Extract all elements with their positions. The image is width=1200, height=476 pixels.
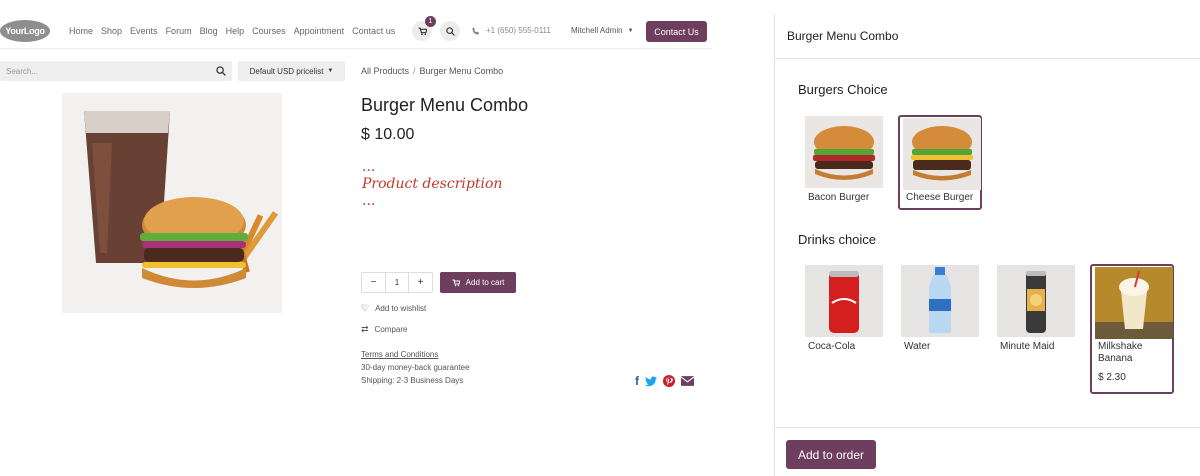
breadcrumb-separator: /	[413, 66, 416, 76]
guarantee-text: 30-day money-back guarantee	[361, 363, 470, 372]
phone-icon	[472, 27, 479, 34]
decrease-quantity-button[interactable]: −	[362, 273, 385, 292]
pinterest-icon[interactable]	[663, 375, 675, 387]
search-icon	[445, 26, 455, 36]
add-to-cart-button[interactable]: Add to cart	[440, 272, 516, 293]
contact-us-button[interactable]: Contact Us	[646, 21, 707, 42]
product-title: Burger Menu Combo	[361, 95, 529, 115]
email-icon[interactable]	[681, 376, 694, 386]
dialog-footer-divider	[775, 427, 1200, 428]
combo-dialog-title: Burger Menu Combo	[787, 29, 899, 43]
milkshake-image	[1095, 267, 1173, 339]
cart-count-badge: 1	[425, 16, 436, 27]
header-search-button[interactable]	[440, 21, 460, 41]
product-price: $ 10.00	[361, 126, 415, 143]
social-share: f	[635, 374, 694, 388]
product-description: ... Product description ...	[362, 159, 502, 210]
user-name: Mitchell Admin	[571, 26, 623, 35]
description-dots-top: ...	[362, 159, 376, 175]
quantity-input[interactable]: 1	[385, 273, 409, 292]
pricelist-label: Default USD pricelist	[249, 66, 324, 76]
breadcrumb-all-products[interactable]: All Products	[361, 66, 409, 76]
nav-blog[interactable]: Blog	[200, 26, 218, 36]
nav-appointment[interactable]: Appointment	[294, 26, 345, 36]
minute-maid-image	[997, 265, 1075, 337]
combo-item-milkshake-banana[interactable]: Milkshake Banana $ 2.30	[1090, 264, 1174, 394]
combo-item-cheese-burger[interactable]: Cheese Burger	[898, 115, 982, 210]
exchange-icon: ⇄	[361, 324, 369, 334]
combo-item-extra-price: $ 2.30	[1098, 372, 1126, 383]
pricelist-dropdown[interactable]: Default USD pricelist ▼	[238, 61, 345, 81]
combo-item-water[interactable]: Water	[898, 264, 982, 359]
product-search-input[interactable]: Search...	[0, 61, 232, 81]
cart-icon	[418, 27, 427, 35]
nav-shop[interactable]: Shop	[101, 26, 122, 36]
site-header: YourLogo Home Shop Events Forum Blog Hel…	[0, 0, 712, 60]
site-logo[interactable]: YourLogo	[0, 20, 50, 42]
nav-home[interactable]: Home	[69, 26, 93, 36]
combo-item-coca-cola[interactable]: Coca-Cola	[802, 264, 886, 359]
nav-courses[interactable]: Courses	[252, 26, 286, 36]
quantity-stepper: − 1 +	[361, 272, 433, 293]
description-text: Product description	[362, 176, 503, 192]
burgers-section-title: Burgers Choice	[798, 82, 888, 97]
header-divider	[0, 48, 712, 49]
nav-forum[interactable]: Forum	[166, 26, 192, 36]
cart-icon	[452, 279, 460, 286]
combo-item-name: Milkshake Banana	[1098, 341, 1143, 364]
shipping-text: Shipping: 2-3 Business Days	[361, 376, 464, 385]
combo-item-bacon-burger[interactable]: Bacon Burger	[802, 115, 886, 210]
breadcrumb-current: Burger Menu Combo	[419, 66, 504, 76]
main-nav: Home Shop Events Forum Blog Help Courses…	[69, 26, 395, 36]
add-to-cart-label: Add to cart	[465, 278, 505, 287]
heart-icon: ♡	[361, 303, 370, 313]
panel-divider	[774, 14, 775, 476]
dialog-header-divider	[775, 58, 1200, 59]
nav-contact-us[interactable]: Contact us	[352, 26, 395, 36]
terms-link[interactable]: Terms and Conditions	[361, 350, 438, 359]
compare-link[interactable]: ⇄ Compare	[361, 324, 407, 335]
product-image	[62, 93, 282, 313]
add-to-wishlist-link[interactable]: ♡ Add to wishlist	[361, 303, 426, 314]
add-to-order-button[interactable]: Add to order	[786, 440, 876, 469]
compare-label: Compare	[374, 325, 408, 334]
nav-events[interactable]: Events	[130, 26, 158, 36]
user-menu[interactable]: Mitchell Admin ▼	[571, 26, 634, 35]
combo-item-name: Water	[904, 341, 931, 352]
phone-text: +1 (650) 555-0111	[486, 26, 551, 35]
description-dots-bottom: ...	[362, 193, 376, 209]
water-bottle-image	[901, 265, 979, 337]
search-placeholder: Search...	[6, 66, 39, 76]
increase-quantity-button[interactable]: +	[409, 273, 432, 292]
drinks-section-title: Drinks choice	[798, 232, 877, 247]
combo-item-name: Bacon Burger	[808, 192, 870, 203]
combo-item-name: Minute Maid	[1000, 341, 1055, 352]
search-icon[interactable]	[216, 66, 226, 76]
nav-help[interactable]: Help	[226, 26, 245, 36]
combo-item-name: Coca-Cola	[808, 341, 856, 352]
bacon-burger-image	[805, 116, 883, 188]
phone-number[interactable]: +1 (650) 555-0111	[472, 26, 551, 35]
combo-item-minute-maid[interactable]: Minute Maid	[994, 264, 1078, 359]
combo-item-name: Cheese Burger	[906, 192, 974, 203]
coca-cola-image	[805, 265, 883, 337]
breadcrumb: All Products / Burger Menu Combo	[361, 66, 503, 76]
facebook-icon[interactable]: f	[635, 374, 639, 388]
cheese-burger-image	[903, 118, 981, 190]
chevron-down-icon: ▼	[327, 68, 334, 74]
twitter-icon[interactable]	[645, 376, 657, 387]
chevron-down-icon: ▼	[627, 27, 634, 34]
wishlist-label: Add to wishlist	[375, 304, 427, 313]
